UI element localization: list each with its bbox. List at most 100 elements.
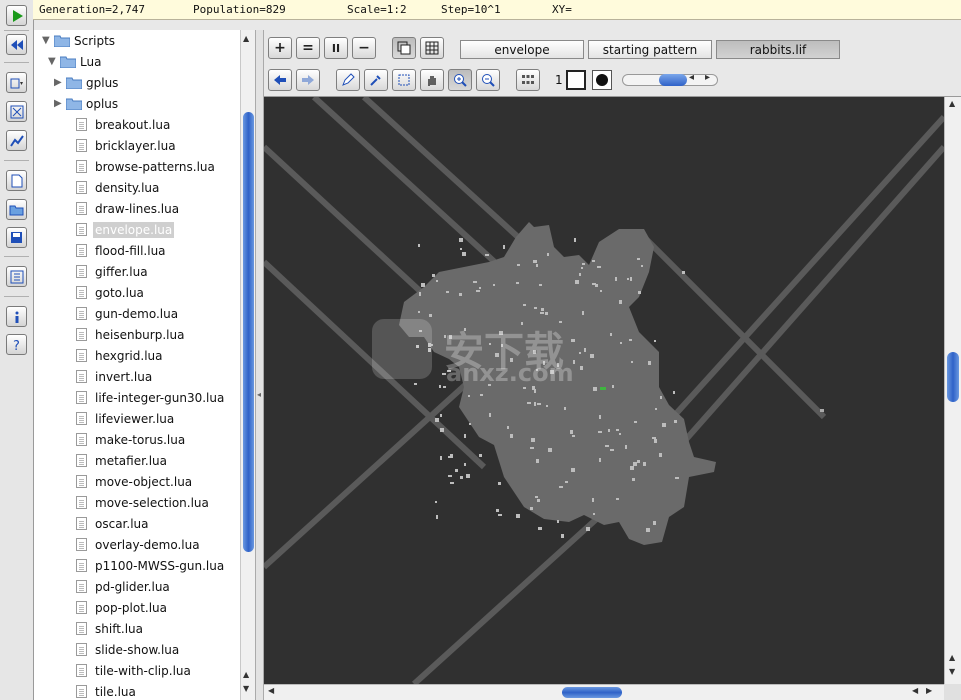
live-cell xyxy=(653,521,656,525)
state-icon-swatch[interactable] xyxy=(592,70,612,90)
tab-starting-pattern[interactable]: starting pattern xyxy=(588,40,712,59)
slider-left-arrow-icon[interactable]: ◂ xyxy=(689,72,694,83)
file-item[interactable]: p1100-MWSS-gun.lua xyxy=(76,555,224,576)
file-item[interactable]: slide-show.lua xyxy=(76,639,179,660)
rewind-button[interactable] xyxy=(6,34,27,55)
file-item[interactable]: goto.lua xyxy=(76,282,144,303)
file-item[interactable]: gun-demo.lua xyxy=(76,303,178,324)
canvas-vertical-scrollbar[interactable]: ▲ ▲ ▼ xyxy=(944,97,961,684)
file-item[interactable]: pop-plot.lua xyxy=(76,597,167,618)
file-item[interactable]: overlay-demo.lua xyxy=(76,534,200,555)
scroll-up-icon[interactable]: ▲ xyxy=(949,653,955,662)
file-item[interactable]: draw-lines.lua xyxy=(76,198,179,219)
file-item[interactable]: move-selection.lua xyxy=(76,492,209,513)
disclosure-open-icon[interactable]: ▼ xyxy=(42,35,54,46)
undo-button[interactable] xyxy=(268,69,292,91)
redo-button[interactable] xyxy=(296,69,320,91)
pattern-canvas[interactable]: 安下载 anxz.com xyxy=(264,97,944,684)
file-item[interactable]: pd-glider.lua xyxy=(76,576,170,597)
file-item[interactable]: density.lua xyxy=(76,177,159,198)
tree-folder-gplus[interactable]: ▶ gplus xyxy=(54,72,118,93)
state-slider[interactable]: ◂ ▸ xyxy=(622,72,718,86)
file-item[interactable]: tile-with-clip.lua xyxy=(76,660,191,681)
disclosure-closed-icon[interactable]: ▶ xyxy=(54,77,66,88)
pane-splitter[interactable]: ◂ xyxy=(255,30,264,700)
live-cell xyxy=(643,462,646,466)
step-faster-button[interactable]: + xyxy=(268,37,292,59)
disclosure-closed-icon[interactable]: ▶ xyxy=(54,98,66,109)
move-mode-button[interactable] xyxy=(420,69,444,91)
file-item[interactable]: bricklayer.lua xyxy=(76,135,176,156)
new-file-button[interactable] xyxy=(6,170,27,191)
file-label: gun-demo.lua xyxy=(95,306,179,321)
tab-envelope[interactable]: envelope xyxy=(460,40,584,59)
tree-folder-oplus[interactable]: ▶ oplus xyxy=(54,93,118,114)
live-cell xyxy=(516,282,519,284)
file-item[interactable]: make-torus.lua xyxy=(76,429,185,450)
file-item[interactable]: flood-fill.lua xyxy=(76,240,166,261)
scroll-left-icon[interactable]: ◀ xyxy=(912,686,918,695)
layer-button[interactable] xyxy=(6,72,27,93)
scroll-down-icon[interactable]: ▼ xyxy=(949,667,955,676)
zoom-in-mode-button[interactable] xyxy=(448,69,472,91)
save-button[interactable] xyxy=(6,227,27,248)
tile-layers-button[interactable] xyxy=(420,37,444,59)
scroll-left-icon[interactable]: ◀ xyxy=(268,686,274,695)
select-mode-button[interactable] xyxy=(392,69,416,91)
file-item[interactable]: breakout.lua xyxy=(76,114,170,135)
file-item[interactable]: shift.lua xyxy=(76,618,143,639)
step-slower-button[interactable]: − xyxy=(352,37,376,59)
file-item[interactable]: giffer.lua xyxy=(76,261,148,282)
disclosure-open-icon[interactable]: ▼ xyxy=(48,56,60,67)
zoom-out-mode-button[interactable] xyxy=(476,69,500,91)
live-cell xyxy=(439,385,441,388)
slider-thumb[interactable] xyxy=(659,74,687,86)
slider-right-arrow-icon[interactable]: ▸ xyxy=(705,72,710,83)
info-button[interactable] xyxy=(6,306,27,327)
open-button[interactable] xyxy=(6,199,27,220)
scroll-up-icon[interactable]: ▲ xyxy=(243,670,249,679)
file-item[interactable]: metafier.lua xyxy=(76,450,167,471)
timeline-button[interactable] xyxy=(6,130,27,151)
all-states-button[interactable] xyxy=(516,69,540,91)
file-item[interactable]: heisenburp.lua xyxy=(76,324,184,345)
file-item[interactable]: browse-patterns.lua xyxy=(76,156,215,177)
sidebar-scrollbar[interactable]: ▲ ▲ ▼ xyxy=(240,30,256,700)
resize-corner[interactable] xyxy=(944,684,961,700)
file-item[interactable]: tile.lua xyxy=(76,681,136,700)
stack-layers-icon xyxy=(397,41,411,55)
scroll-down-icon[interactable]: ▼ xyxy=(243,684,249,693)
file-item[interactable]: life-integer-gun30.lua xyxy=(76,387,224,408)
canvas-horizontal-scrollbar[interactable]: ◀ ◀ ▶ xyxy=(264,684,944,700)
vertical-scroll-thumb[interactable] xyxy=(947,352,959,402)
file-item[interactable]: move-object.lua xyxy=(76,471,192,492)
file-item[interactable]: oscar.lua xyxy=(76,513,148,534)
file-item[interactable]: invert.lua xyxy=(76,366,152,387)
pick-mode-button[interactable] xyxy=(364,69,388,91)
live-cell xyxy=(507,426,509,429)
scroll-up-icon[interactable]: ▲ xyxy=(243,34,249,43)
scroll-up-icon[interactable]: ▲ xyxy=(949,99,955,108)
tab-rabbits-lif[interactable]: rabbits.lif xyxy=(716,40,840,59)
file-item[interactable]: envelope.lua xyxy=(76,219,175,240)
tree-folder-lua[interactable]: ▼ Lua xyxy=(48,51,101,72)
help-button[interactable]: ? xyxy=(6,334,27,355)
reset-step-button[interactable]: = xyxy=(296,37,320,59)
tree-folder-scripts[interactable]: ▼ Scripts xyxy=(42,30,115,51)
tab-label: starting pattern xyxy=(602,42,698,57)
document-icon xyxy=(76,685,87,698)
fit-button[interactable] xyxy=(6,101,27,122)
file-item[interactable]: lifeviewer.lua xyxy=(76,408,174,429)
pause-button[interactable]: II xyxy=(324,37,348,59)
stack-layers-button[interactable] xyxy=(392,37,416,59)
pattern-list-button[interactable] xyxy=(6,266,27,287)
play-button[interactable] xyxy=(6,5,27,26)
live-cell xyxy=(610,333,612,336)
file-item[interactable]: hexgrid.lua xyxy=(76,345,163,366)
state-color-swatch[interactable] xyxy=(566,70,586,90)
live-cell xyxy=(432,274,435,277)
sidebar-scroll-thumb[interactable] xyxy=(243,112,254,552)
scroll-right-icon[interactable]: ▶ xyxy=(926,686,932,695)
horizontal-scroll-thumb[interactable] xyxy=(562,687,622,698)
draw-mode-button[interactable] xyxy=(336,69,360,91)
